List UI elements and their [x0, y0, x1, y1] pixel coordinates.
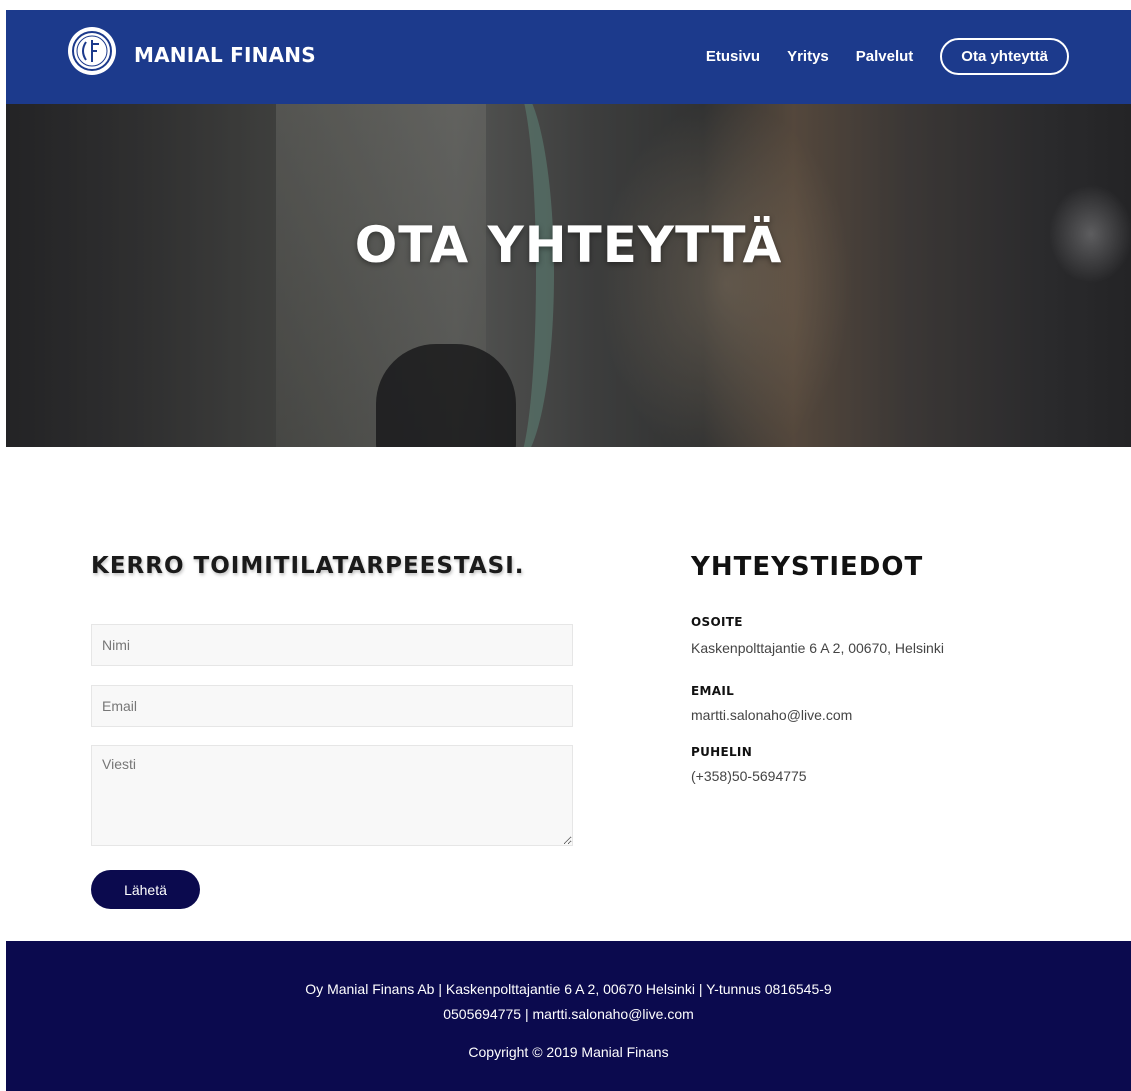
logo-emblem-icon [72, 31, 112, 71]
brand-name[interactable]: MANIAL FINANS [134, 43, 316, 67]
top-strip [0, 0, 1131, 10]
email-value[interactable]: martti.salonaho@live.com [691, 707, 852, 723]
phone-label: PUHELIN [691, 745, 753, 759]
hero-title: OTA YHTEYTTÄ [354, 216, 783, 274]
footer-copyright: Copyright © 2019 Manial Finans [468, 1044, 669, 1060]
form-title: KERRO TOIMITILATARPEESTASI. [91, 553, 525, 579]
nav-item-etusivu[interactable]: Etusivu [706, 48, 760, 65]
site-footer: Oy Manial Finans Ab | Kaskenpolttajantie… [6, 941, 1131, 1091]
page: MANIAL FINANS Etusivu Yritys Palvelut Ot… [0, 0, 1131, 1091]
site-header: MANIAL FINANS Etusivu Yritys Palvelut Ot… [6, 10, 1131, 104]
footer-contact-info: 0505694775 | martti.salonaho@live.com [443, 1006, 694, 1022]
main-nav: Etusivu Yritys Palvelut Ota yhteyttä [679, 38, 1069, 75]
hero-overlay [6, 104, 1131, 447]
name-input[interactable] [91, 624, 573, 666]
footer-company-info: Oy Manial Finans Ab | Kaskenpolttajantie… [305, 981, 832, 997]
address-value: Kaskenpolttajantie 6 A 2, 00670, Helsink… [691, 640, 944, 656]
hero-banner: OTA YHTEYTTÄ [6, 104, 1131, 447]
nav-item-yritys[interactable]: Yritys [787, 48, 829, 65]
message-textarea[interactable] [91, 745, 573, 846]
email-label: EMAIL [691, 684, 735, 698]
company-logo-icon[interactable] [68, 27, 116, 75]
phone-value[interactable]: (+358)50-5694775 [691, 768, 807, 784]
nav-item-palvelut[interactable]: Palvelut [856, 48, 914, 65]
contact-title: YHTEYSTIEDOT [691, 552, 924, 582]
email-input[interactable] [91, 685, 573, 727]
nav-item-ota-yhteytta-button[interactable]: Ota yhteyttä [940, 38, 1069, 75]
address-label: OSOITE [691, 615, 743, 629]
send-button[interactable]: Lähetä [91, 870, 200, 909]
